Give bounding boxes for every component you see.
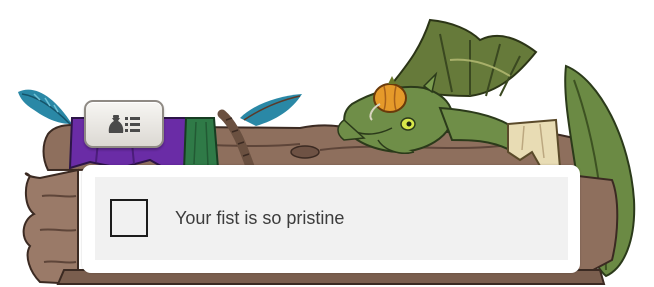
notice-message: Your fist is so pristine	[175, 208, 345, 228]
notice-row: Your fist is so pristine	[95, 177, 568, 260]
empty-checkbox[interactable]	[110, 199, 148, 237]
blue-feather-right	[240, 94, 302, 126]
inventory-tab-button[interactable]	[84, 100, 164, 148]
notice-panel: Your fist is so pristine	[82, 165, 580, 273]
blue-feather-left	[18, 89, 72, 125]
green-cloth	[182, 117, 220, 172]
green-dragon	[337, 18, 538, 154]
item-bag-list-icon	[108, 115, 140, 133]
